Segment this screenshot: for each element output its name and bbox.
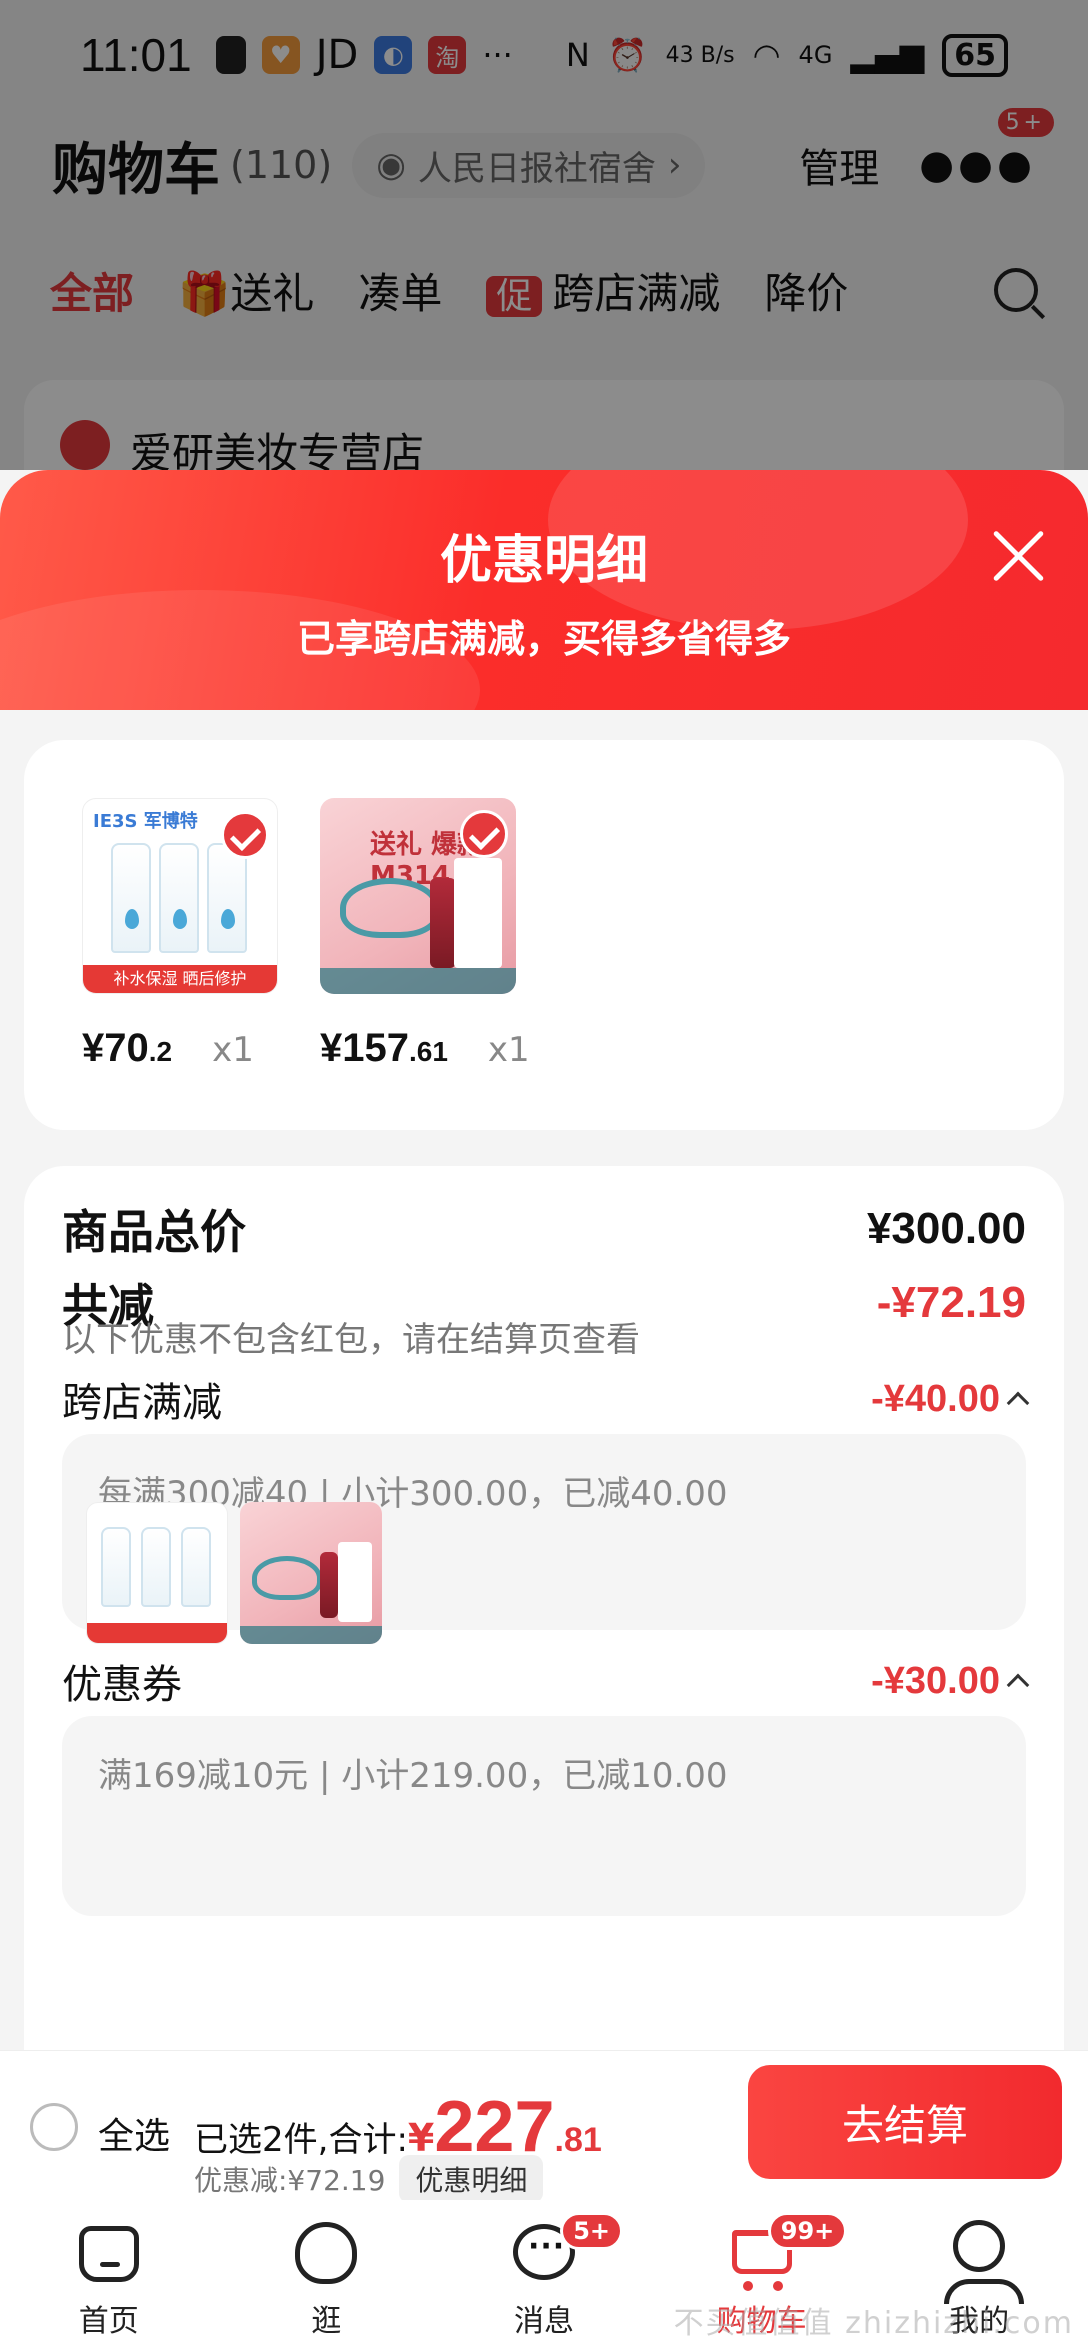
coupon-detail-text: 满169减10元 | 小计219.00，已减10.00 (98, 1756, 728, 1796)
price-int: ¥70 (82, 1026, 149, 1070)
drop-icon (125, 909, 139, 929)
box-shape (454, 858, 502, 968)
lipstick-shape (430, 878, 456, 968)
user-shape (944, 2220, 1025, 2304)
saved-line: 优惠减:¥72.19 优惠明细 (194, 2155, 544, 2203)
discount-amount: -¥40.00 (871, 1377, 1000, 1420)
total-label: 商品总价 (62, 1205, 246, 1259)
ribbon-shape (252, 1556, 322, 1600)
reduce-value: -¥72.19 (876, 1278, 1026, 1327)
profile-icon (944, 2220, 1025, 2304)
nav-messages[interactable]: 5+ 消息 (435, 2200, 653, 2348)
tube-shape (207, 843, 247, 953)
saved-text: 优惠减:¥72.19 (194, 2164, 386, 2197)
sheet-title: 优惠明细 (439, 531, 648, 591)
promo-band (320, 968, 516, 994)
product-price: ¥157.61 (320, 1026, 448, 1071)
ribbon-shape (340, 878, 440, 938)
price-detail-card: 商品总价 ¥300.00 共减 -¥72.19 以下优惠不包含红包，请在结算页查… (24, 1166, 1064, 2050)
product-item[interactable]: 送礼 爆款M314 ¥157.61 x1 (320, 798, 530, 1070)
selected-summary: 已选2件,合计: ¥ 227 .81 (194, 2091, 602, 2163)
product-image-lotion: IE3S 军博特 补水保湿 晒后修护 (82, 798, 278, 994)
sheet-header: 优惠明细 已享跨店满减，买得多省得多 (0, 470, 1088, 710)
drop-icon (173, 909, 187, 929)
promo-band (240, 1626, 382, 1644)
discount-row-coupon[interactable]: 优惠券 -¥30.00 (62, 1652, 1030, 1710)
product-price: ¥70.2 (82, 1026, 172, 1071)
discount-amount: -¥30.00 (871, 1659, 1000, 1702)
discount-note: 以下优惠不包含红包，请在结算页查看 (62, 1320, 640, 1360)
lipstick-shape (320, 1552, 338, 1618)
discount-value: -¥30.00 (871, 1659, 1030, 1703)
discount-detail-chip[interactable]: 优惠明细 (399, 2155, 544, 2203)
product-brand: IE3S 军博特 (93, 811, 198, 832)
stroll-icon (292, 2220, 360, 2288)
select-all-label[interactable]: 全选 (98, 2107, 170, 2159)
discount-label: 跨店满减 (62, 1380, 222, 1426)
box-shape (338, 1542, 372, 1622)
selected-products-card: IE3S 军博特 补水保湿 晒后修护 ¥70.2 x1 送礼 爆款M314 ¥1… (24, 740, 1064, 1130)
product-image-lipstick: 送礼 爆款M314 (320, 798, 516, 994)
discount-row-cross-store[interactable]: 跨店满减 -¥40.00 (62, 1370, 1030, 1428)
home-shape (78, 2226, 139, 2282)
nav-home[interactable]: 首页 (0, 2200, 218, 2348)
sheet-subtitle: 已享跨店满减，买得多省得多 (296, 617, 791, 661)
total-value: ¥300.00 (866, 1204, 1026, 1253)
discount-detail-box: 每满300减40 | 小计300.00，已减40.00 (62, 1434, 1026, 1644)
price-row: ¥157.61 x1 (320, 1026, 580, 1071)
product-qty: x1 (212, 1030, 254, 1070)
checked-icon[interactable] (460, 810, 508, 858)
drop-icon (221, 909, 235, 929)
stroll-shape (295, 2222, 358, 2284)
discount-label: 优惠券 (62, 1662, 182, 1708)
chevron-up-icon (1006, 1673, 1030, 1697)
total-row: 商品总价 ¥300.00 (62, 1196, 1026, 1262)
price-int: ¥157 (320, 1026, 409, 1070)
home-icon (75, 2220, 143, 2288)
select-all-checkbox[interactable] (30, 2103, 78, 2151)
tube-shape (159, 843, 199, 953)
thumb-lotion (86, 1502, 228, 1644)
discount-detail-sheet: 优惠明细 已享跨店满减，买得多省得多 IE3S 军博特 补水保湿 晒后修护 ¥7… (0, 470, 1088, 2050)
close-icon[interactable] (988, 526, 1048, 586)
tube-shape (181, 1527, 211, 1607)
checkout-bar: 全选 已选2件,合计: ¥ 227 .81 优惠减:¥72.19 优惠明细 去结… (0, 2050, 1088, 2203)
message-badge: 5+ (560, 2212, 623, 2250)
price-dec: .2 (148, 1036, 173, 1067)
total-dec: .81 (554, 2121, 602, 2159)
checked-icon[interactable] (221, 811, 269, 859)
product-qty: x1 (487, 1030, 530, 1070)
checkout-button[interactable]: 去结算 (748, 2065, 1062, 2179)
nav-label: 首页 (78, 2304, 139, 2339)
tube-shape (111, 843, 151, 953)
discount-value: -¥40.00 (871, 1377, 1030, 1421)
watermark: 不买值值值 zhizhizhi.com (673, 2306, 1074, 2341)
product-strip: 补水保湿 晒后修护 (83, 965, 277, 993)
cart-badge: 99+ (767, 2212, 848, 2250)
thumb-lipstick (240, 1502, 382, 1644)
selected-text: 已选2件,合计: (194, 2120, 408, 2160)
price-dec: .61 (408, 1036, 448, 1067)
coupon-detail-box: 满169减10元 | 小计219.00，已减10.00 (62, 1716, 1026, 1916)
chevron-up-icon (1006, 1391, 1030, 1415)
nav-stroll[interactable]: 逛 (218, 2200, 436, 2348)
tube-shape (101, 1527, 131, 1607)
thumb-strip (87, 1623, 227, 1643)
nav-label: 逛 (311, 2304, 342, 2339)
nav-label: 消息 (513, 2304, 574, 2339)
total-int: 227 (434, 2087, 555, 2167)
product-item[interactable]: IE3S 军博特 补水保湿 晒后修护 ¥70.2 x1 (82, 798, 282, 1070)
total-yen: ¥ (407, 2116, 435, 2160)
price-row: ¥70.2 x1 (82, 1026, 342, 1071)
tube-shape (141, 1527, 171, 1607)
